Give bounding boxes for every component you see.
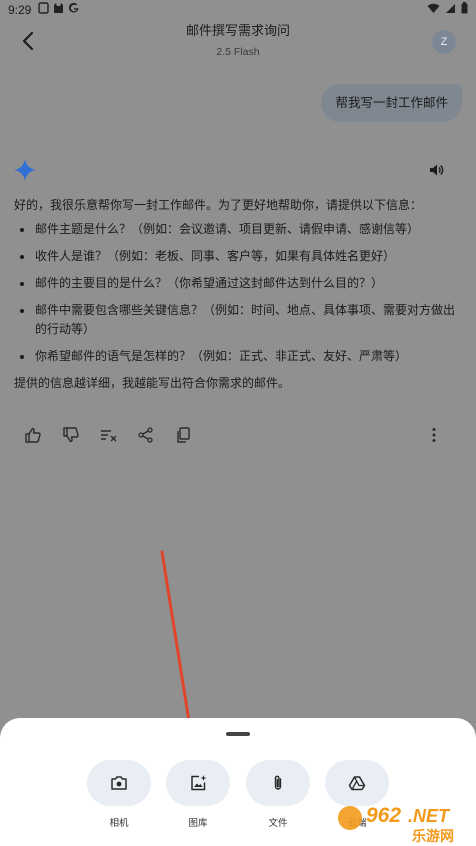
svg-text:乐游网: 乐游网 [412, 828, 454, 844]
cat-icon [54, 3, 63, 13]
more-vert-icon[interactable] [425, 426, 443, 444]
list-item: 你希望邮件的语气是怎样的？（例如：正式、非正式、友好、严肃等） [14, 347, 466, 366]
battery-icon [461, 2, 468, 14]
list-item: 邮件主题是什么？（例如：会议邀请、项目更新、请假申请、感谢信等） [14, 220, 466, 239]
notification-icons [38, 2, 80, 14]
files-button[interactable] [246, 760, 310, 806]
signal-icon [446, 3, 455, 13]
chat-title: 邮件撰写需求询问 [185, 24, 290, 39]
list-item: 收件人是谁？（例如：老板、同事、客户等，如果有具体姓名更好） [14, 247, 466, 266]
svg-text:.NET: .NET [408, 806, 451, 826]
list-item: 邮件中需要包含哪些关键信息？（例如：时间、地点、具体事项、需要对方做出的行动等） [14, 301, 466, 339]
assistant-response: 好的，我很乐意帮你写一封工作邮件。为了更好地帮助你，请提供以下信息： 邮件主题是… [14, 196, 466, 393]
camera-button[interactable] [87, 760, 151, 806]
user-message-bubble: 帮我写一封工作邮件 [321, 84, 462, 122]
response-actions [24, 426, 452, 446]
thumbs-down-icon[interactable] [62, 426, 80, 444]
share-icon[interactable] [137, 426, 155, 444]
model-selector[interactable]: 2.5 Flash [0, 46, 476, 58]
gallery-icon [191, 775, 207, 791]
files-label: 文件 [268, 818, 288, 829]
thumbs-up-icon[interactable] [24, 426, 42, 444]
gallery-label: 图库 [188, 818, 208, 829]
google-icon [68, 2, 79, 13]
avatar[interactable]: Z [432, 30, 456, 54]
clock: 9:29 [8, 3, 32, 17]
system-icons [427, 2, 468, 14]
drag-handle[interactable] [226, 732, 250, 736]
gemini-spark-icon [14, 159, 36, 181]
paperclip-icon [274, 775, 282, 790]
speaker-icon[interactable] [428, 162, 444, 178]
gallery-button[interactable] [166, 760, 230, 806]
sim-icon [38, 2, 49, 14]
status-bar: 9:29 [0, 0, 476, 20]
response-outro: 提供的信息越详细，我越能写出符合你需求的邮件。 [14, 376, 291, 390]
watermark-logo: 962 .NET 乐游网 [338, 804, 454, 844]
modify-response-icon[interactable] [100, 426, 118, 444]
camera-icon [111, 776, 127, 790]
wifi-icon [427, 3, 440, 13]
response-list: 邮件主题是什么？（例如：会议邀请、项目更新、请假申请、感谢信等） 收件人是谁？（… [14, 220, 466, 366]
svg-text:962: 962 [366, 804, 401, 827]
camera-label: 相机 [109, 818, 129, 829]
screen: 9:29 邮件撰写需求询问 2.5 Flash Z 帮我写一封工作邮件 好的，我… [0, 0, 476, 846]
response-intro: 好的，我很乐意帮你写一封工作邮件。为了更好地帮助你，请提供以下信息： [14, 198, 423, 212]
drive-icon [348, 776, 366, 791]
list-item: 邮件的主要目的是什么？（你希望通过这封邮件达到什么目的？） [14, 274, 466, 293]
copy-icon[interactable] [175, 426, 193, 444]
